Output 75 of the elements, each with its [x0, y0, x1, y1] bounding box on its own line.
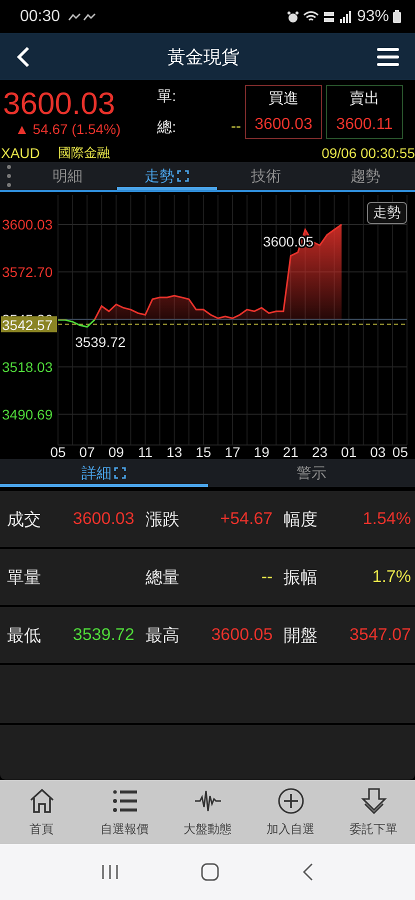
expand-icon [114, 467, 126, 479]
field-value: 1.7% [372, 567, 411, 587]
x-axis-label: 15 [196, 444, 212, 459]
field-value: 3547.07 [350, 625, 411, 645]
drag-handle-icon[interactable] [5, 164, 13, 188]
field-value: 3539.72 [72, 625, 134, 645]
x-axis-label: 17 [224, 444, 240, 459]
field-label: 成交 [7, 508, 41, 530]
buy-button[interactable]: 買進 3600.03 [245, 84, 322, 138]
x-axis-label: 13 [166, 444, 182, 459]
battery-icon [393, 10, 401, 23]
last-price: 3600.03 [3, 86, 116, 120]
x-axis-label: 05 [392, 444, 408, 459]
x-axis-label: 07 [79, 444, 95, 459]
field-label: 開盤 [284, 624, 318, 646]
field-label: 單量 [7, 566, 41, 588]
nav-item[interactable]: 自選報價 [83, 780, 166, 844]
x-axis-label: 23 [312, 444, 328, 459]
recent-apps-icon[interactable] [100, 864, 119, 880]
clock: 00:30 [20, 8, 60, 26]
field-label: 漲跌 [145, 508, 180, 530]
field-value: 1.54% [362, 509, 411, 529]
field-value: -- [261, 567, 273, 587]
y-axis-label: 3600.03 [2, 216, 53, 232]
x-axis-label: 11 [138, 444, 153, 459]
nav-item[interactable]: 加入自選 [249, 780, 332, 844]
x-axis-label: 09 [108, 444, 124, 459]
field-label: 幅度 [284, 508, 318, 530]
total-volume-value: -- [231, 118, 241, 136]
wifi-icon [302, 10, 319, 22]
field-label: 振幅 [284, 566, 318, 588]
page-title: 黃金現貨 [168, 46, 240, 68]
nav-item[interactable]: 委託下單 [332, 780, 415, 844]
detail-tab[interactable]: 警示 [208, 459, 415, 487]
notification-icon [68, 12, 98, 22]
plus-circle-icon [276, 786, 306, 814]
x-axis-label: 01 [341, 444, 357, 459]
symbol-code: XAUD [1, 144, 40, 160]
x-axis-label: 05 [50, 444, 66, 459]
chart-tab[interactable]: 明細 [18, 162, 118, 190]
price-change: ▲ 54.67 (1.54%) [14, 120, 122, 136]
field-value: 3600.03 [72, 509, 134, 529]
y-axis-label: 3490.69 [2, 406, 53, 422]
field-value: +54.67 [220, 509, 273, 529]
chevron-left-icon [16, 46, 30, 68]
chart-tab[interactable]: 走勢 [117, 162, 216, 190]
x-axis-label: 03 [370, 444, 386, 459]
nav-item[interactable]: 首頁 [0, 780, 83, 844]
current-price-label: 3542.57 [1, 316, 57, 334]
field-label: 最高 [145, 624, 180, 646]
sell-button[interactable]: 賣出 3600.11 [326, 84, 403, 138]
home-icon[interactable] [200, 862, 220, 882]
expand-icon [177, 170, 190, 182]
y-axis-label: 3572.70 [2, 264, 53, 280]
nav-item[interactable]: 大盤動態 [166, 780, 249, 844]
x-axis-label: 21 [282, 444, 298, 459]
battery-level: 93% [356, 8, 389, 26]
back-icon[interactable] [302, 862, 314, 882]
field-label: 最低 [7, 624, 41, 646]
download-arrow-icon [358, 786, 388, 814]
market-name: 國際金融 [58, 144, 110, 162]
signal-icon [338, 10, 351, 22]
chart-tab[interactable]: 趨勢 [316, 162, 415, 190]
total-volume-label: 總: [157, 118, 176, 136]
field-value: 3600.05 [211, 625, 273, 645]
alarm-icon [286, 10, 299, 22]
chart-tab[interactable]: 技術 [216, 162, 316, 190]
price-annotation: 3539.72 [75, 334, 126, 350]
quote-datetime: 09/06 00:30:55 [322, 144, 415, 160]
detail-tab[interactable]: 詳細 [0, 459, 208, 487]
x-axis-label: 19 [254, 444, 270, 459]
field-label: 總量 [145, 566, 180, 588]
chart-mode-button[interactable]: 走勢 [367, 202, 407, 224]
y-axis-label: 3518.03 [2, 358, 53, 375]
single-volume-label: 單: [157, 86, 178, 106]
